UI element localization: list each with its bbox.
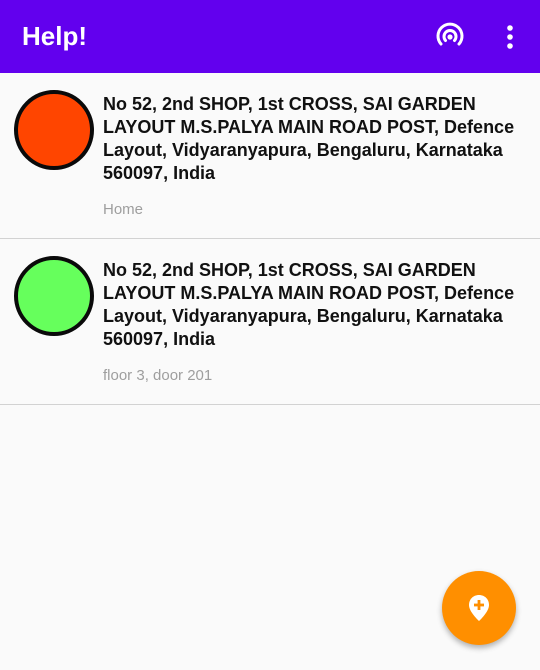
status-indicator <box>14 256 94 336</box>
place-label: Home <box>103 201 144 218</box>
address-text: No 52, 2nd SHOP, 1st CROSS, SAI GARDEN L… <box>103 260 515 349</box>
status-indicator <box>14 90 94 170</box>
app-title: Help! <box>22 21 87 51</box>
more-vert-icon <box>507 24 513 49</box>
broadcast-icon <box>436 22 464 45</box>
address-text: No 52, 2nd SHOP, 1st CROSS, SAI GARDEN L… <box>103 94 515 183</box>
list-item[interactable]: No 52, 2nd SHOP, 1st CROSS, SAI GARDEN L… <box>0 73 540 239</box>
add-location-button[interactable] <box>442 571 516 645</box>
broadcast-button[interactable] <box>430 17 470 57</box>
place-list: No 52, 2nd SHOP, 1st CROSS, SAI GARDEN L… <box>0 73 540 405</box>
app-bar: Help! <box>0 0 540 73</box>
add-location-icon <box>469 595 489 621</box>
more-options-button[interactable] <box>490 17 530 57</box>
list-item[interactable]: No 52, 2nd SHOP, 1st CROSS, SAI GARDEN L… <box>0 239 540 405</box>
place-label: floor 3, door 201 <box>103 367 213 384</box>
